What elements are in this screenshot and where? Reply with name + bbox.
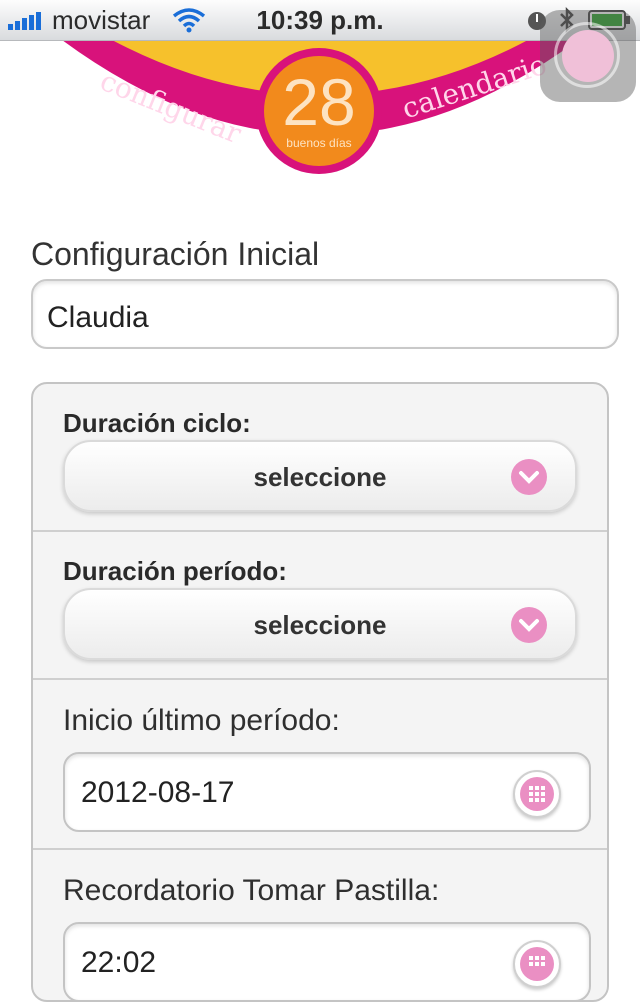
logo-subtitle: buenos días [286, 136, 352, 150]
reminder-time-value: 22:02 [81, 946, 157, 979]
period-row: Duración período: seleccione [33, 532, 607, 680]
name-input[interactable]: Claudia [31, 279, 619, 349]
section-title: Configuración Inicial [31, 236, 320, 272]
chevron-down-icon [511, 459, 547, 495]
reminder-label: Recordatorio Tomar Pastilla: [63, 874, 440, 907]
cycle-select[interactable]: seleccione [63, 440, 577, 512]
cycle-select-value: seleccione [253, 462, 387, 492]
period-select-value: seleccione [253, 610, 387, 640]
assistive-touch-icon [562, 30, 614, 82]
reminder-time-input[interactable]: 22:02 [63, 922, 591, 1000]
reminder-row: Recordatorio Tomar Pastilla: 22:02 [33, 850, 607, 1000]
logo-number: 28 [282, 65, 356, 139]
last-period-date-value: 2012-08-17 [81, 776, 235, 809]
last-period-date-input[interactable]: 2012-08-17 [63, 752, 591, 832]
cycle-row: Duración ciclo: seleccione [33, 384, 607, 532]
calendar-icon[interactable] [513, 770, 561, 818]
cycle-label: Duración ciclo: [63, 408, 251, 438]
period-label: Duración período: [63, 556, 287, 586]
app-logo: 28 buenos días [256, 48, 382, 174]
assistive-touch-button[interactable] [540, 10, 636, 102]
period-select[interactable]: seleccione [63, 588, 577, 660]
chevron-down-icon [511, 607, 547, 643]
last-period-row: Inicio último período: 2012-08-17 [33, 680, 607, 850]
last-period-label: Inicio último período: [63, 704, 340, 737]
calendar-icon[interactable] [513, 940, 561, 988]
settings-group: Duración ciclo: seleccione Duración perí… [31, 382, 609, 1002]
